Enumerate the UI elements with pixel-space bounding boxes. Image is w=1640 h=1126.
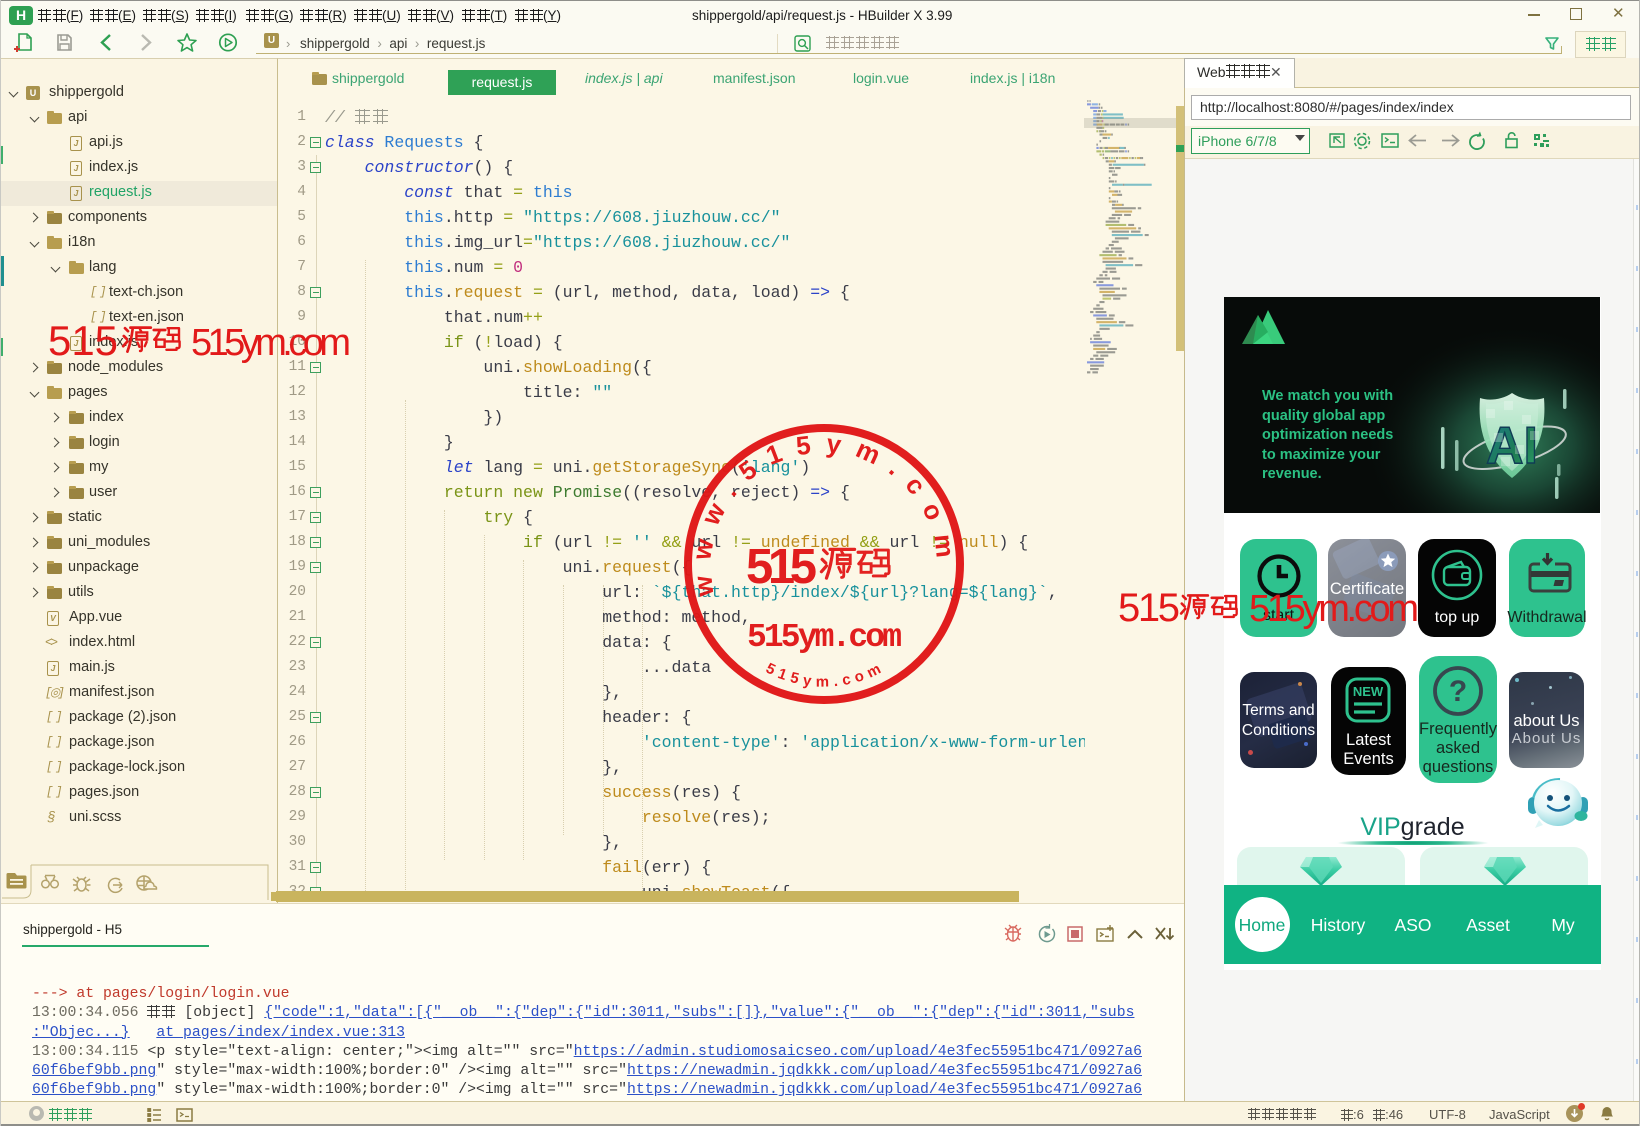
svg-text:515: 515 [746,540,817,594]
svg-text:515ym.com: 515ym.com [763,658,888,690]
svg-text:AI: AI [1486,417,1538,475]
svg-text:515: 515 [48,320,118,364]
svg-text:515ym.com: 515ym.com [1249,588,1419,630]
svg-text:?: ? [1449,675,1467,708]
svg-text:515: 515 [1118,588,1180,630]
svg-text:515ym.com: 515ym.com [747,619,902,656]
svg-text:NEW: NEW [1353,684,1384,699]
svg-text:www.515ym.com: www.515ym.com [686,428,962,599]
svg-text:515ym.com: 515ym.com [191,322,351,364]
